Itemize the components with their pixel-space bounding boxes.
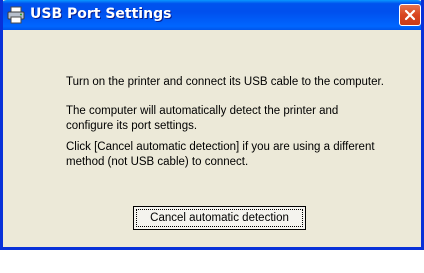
instruction-connect-text: Turn on the printer and connect its USB …	[66, 76, 384, 88]
instruction-cancel-text: Click [Cancel automatic detection] if yo…	[66, 141, 375, 168]
window-title: USB Port Settings	[30, 6, 172, 22]
close-button[interactable]	[399, 4, 421, 26]
usb-port-settings-dialog: USB Port Settings Turn on the printer an…	[0, 0, 424, 250]
printer-icon	[7, 6, 25, 24]
dialog-content: Turn on the printer and connect its USB …	[3, 30, 421, 247]
button-label: Cancel automatic detection	[136, 209, 303, 227]
instruction-detect-text: The computer will automatically detect t…	[66, 105, 339, 132]
title-bar[interactable]: USB Port Settings	[3, 0, 421, 30]
close-icon	[404, 9, 416, 21]
cancel-automatic-detection-button[interactable]: Cancel automatic detection	[133, 206, 306, 230]
